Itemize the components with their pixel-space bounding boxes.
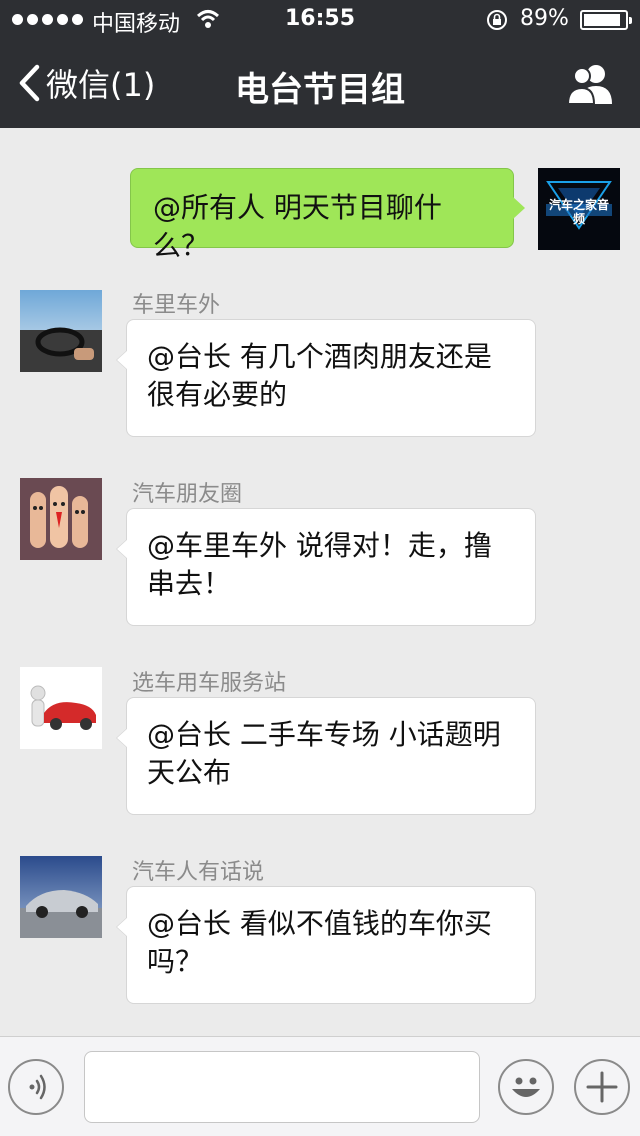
chat-title: 电台节目组 [235, 70, 405, 110]
my-avatar-text: 汽车之家音频 [548, 198, 609, 226]
navigation-bar: 微信(1) 电台节目组 [0, 40, 640, 128]
message-bubble[interactable]: @车里车外 说得对！走，撸串去！ [116, 508, 536, 626]
finger-faces-photo-icon [20, 478, 102, 560]
my-message-bubble[interactable]: @所有人 明天节目聊什么？ [130, 168, 525, 262]
more-options-button[interactable] [574, 1059, 630, 1115]
rotation-lock-icon [487, 10, 507, 30]
avatar-finger-puppets[interactable] [20, 478, 102, 560]
top-bar: 中国移动 16:55 89% 微信(1) 电台节目组 [0, 0, 640, 128]
battery-percent: 89% [520, 6, 569, 31]
sender-name: 汽车朋友圈 [132, 482, 243, 507]
group-members-icon[interactable] [566, 62, 614, 106]
sender-name: 汽车人有话说 [132, 860, 265, 885]
avatar-red-car[interactable] [20, 667, 102, 749]
avatar-car-interior[interactable] [20, 290, 102, 372]
plus-icon [586, 1071, 618, 1103]
voice-icon [29, 1074, 46, 1100]
sender-name: 选车用车服务站 [132, 671, 287, 696]
red-car-figure-icon [20, 667, 102, 749]
message-bubble[interactable]: @台长 看似不值钱的车你买吗？ [116, 886, 536, 1004]
my-avatar[interactable]: 汽车之家音频 [538, 168, 620, 250]
emoji-icon [512, 1077, 540, 1097]
battery-icon [580, 10, 632, 30]
message-input[interactable] [84, 1051, 480, 1123]
sender-name: 车里车外 [132, 293, 221, 318]
emoji-button[interactable] [498, 1059, 554, 1115]
message-bubble[interactable]: @台长 有几个酒肉朋友还是很有必要的 [116, 319, 536, 437]
sports-car-photo-icon [20, 856, 102, 938]
voice-input-button[interactable] [8, 1059, 64, 1115]
status-bar: 中国移动 16:55 89% [0, 0, 640, 40]
chat-input-bar [0, 1036, 640, 1136]
avatar-sports-car[interactable] [20, 856, 102, 938]
driving-photo-icon [20, 290, 102, 372]
message-bubble[interactable]: @台长 二手车专场 小话题明天公布 [116, 697, 536, 815]
